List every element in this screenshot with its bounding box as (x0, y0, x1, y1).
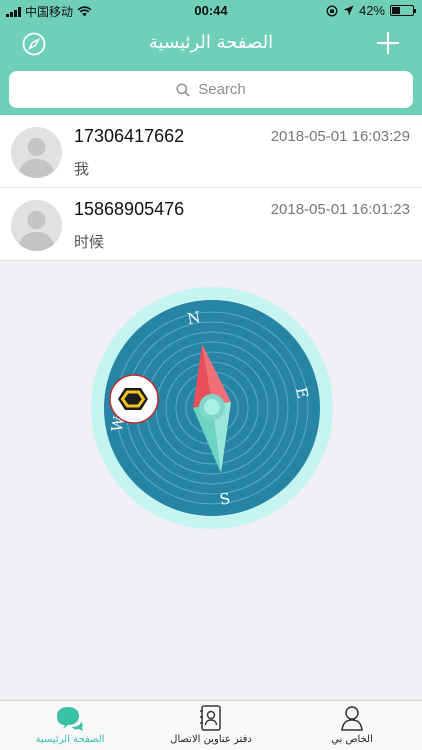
search-placeholder: Search (198, 81, 246, 98)
app-badge-icon (109, 374, 159, 424)
orientation-lock-icon (326, 5, 338, 16)
tab-profile[interactable]: الخاص بي (282, 705, 422, 745)
plus-icon (377, 32, 399, 54)
conversation-row[interactable]: 17306417662 我 2018-05-01 16:03:29 (0, 115, 422, 188)
default-avatar-icon (11, 127, 62, 178)
conversation-row[interactable]: 15868905476 时候 2018-05-01 16:01:23 (0, 188, 422, 261)
battery-icon (390, 5, 416, 16)
address-book-icon (200, 705, 221, 731)
avatar (11, 200, 62, 251)
contact-number: 17306417662 (74, 126, 185, 146)
tab-home[interactable]: الصفحة الرئيسية (0, 705, 140, 745)
status-bar: 中国移动 00:44 42% (0, 0, 422, 22)
navigation-bar: الصفحة الرئيسية (0, 22, 422, 66)
message-time: 2018-05-01 16:01:23 (270, 201, 410, 218)
last-message: 我 (74, 160, 90, 178)
compass-graphic: N E S W (90, 286, 334, 530)
last-message: 时候 (74, 233, 105, 251)
app-header: 中国移动 00:44 42% الصفحة الرئيسية Search (0, 0, 422, 115)
compass-illustration: N E S W (91, 287, 333, 529)
status-right: 42% (326, 3, 416, 18)
battery-percent: 42% (358, 3, 385, 18)
chat-bubbles-icon (57, 707, 83, 731)
default-avatar-icon (11, 200, 62, 251)
search-icon (176, 82, 190, 97)
conversation-list: 17306417662 我 2018-05-01 16:03:29 158689… (0, 115, 422, 261)
battery-fill (392, 7, 401, 14)
contact-number: 15868905476 (74, 199, 185, 219)
person-icon (341, 706, 363, 731)
search-input[interactable]: Search (9, 71, 413, 108)
page-title: الصفحة الرئيسية (148, 32, 274, 53)
message-time: 2018-05-01 16:03:29 (270, 128, 410, 145)
tab-contacts-label: دفتر عناوين الاتصال (170, 734, 252, 745)
tab-profile-label: الخاص بي (331, 734, 373, 745)
tab-bar: الصفحة الرئيسية دفتر عناوين الاتصال الخا… (0, 700, 422, 750)
add-button[interactable] (376, 31, 400, 55)
tab-contacts[interactable]: دفتر عناوين الاتصال (141, 705, 281, 745)
tab-home-label: الصفحة الرئيسية (35, 734, 105, 745)
location-arrow-icon (343, 5, 354, 16)
avatar (11, 127, 62, 178)
